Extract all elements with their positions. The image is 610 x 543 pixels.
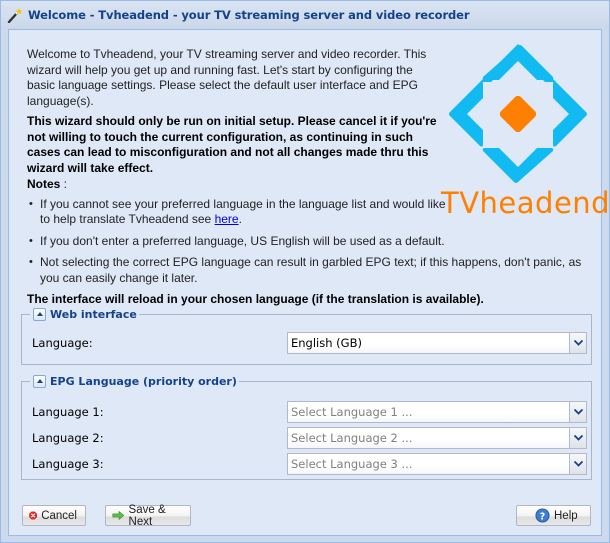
ui-language-select[interactable]: English (GB) <box>287 332 587 354</box>
epg-language-3-select[interactable]: Select Language 3 ... <box>287 453 587 475</box>
help-button[interactable]: ? Help <box>516 505 591 526</box>
setup-warning: This wizard should only be run on initia… <box>27 114 437 175</box>
wizard-body: Welcome to Tvheadend, your TV streaming … <box>8 29 610 536</box>
svg-text:?: ? <box>540 511 545 522</box>
note-item: If you don't enter a preferred language,… <box>29 234 587 250</box>
notes-section: Notes : If you cannot see your preferred… <box>27 177 587 308</box>
epg-language-row-2: Language 2: Select Language 2 ... <box>32 427 587 449</box>
tvheadend-logo-icon <box>449 44 587 183</box>
epg-language-title: EPG Language (priority order) <box>50 374 237 388</box>
epg-language-row-1: Language 1: Select Language 1 ... <box>32 401 587 423</box>
window-titlebar[interactable]: Welcome - Tvheadend - your TV streaming … <box>1 1 609 29</box>
epg-language-1-label: Language 1: <box>32 405 104 419</box>
epg-language-3-dropdown-button[interactable] <box>569 454 586 474</box>
ui-language-label: Language: <box>32 336 93 350</box>
intro-text: Welcome to Tvheadend, your TV streaming … <box>27 47 437 181</box>
epg-language-1-placeholder: Select Language 1 ... <box>291 405 413 419</box>
cancel-button[interactable]: Cancel <box>22 505 86 526</box>
notes-label: Notes : <box>27 177 68 191</box>
epg-language-2-placeholder: Select Language 2 ... <box>291 431 413 445</box>
chevron-down-icon <box>573 461 583 467</box>
note-item: If you cannot see your preferred languag… <box>29 197 450 228</box>
epg-language-legend: EPG Language (priority order) <box>30 373 239 389</box>
cancel-label: Cancel <box>41 509 77 522</box>
intro-paragraph: Welcome to Tvheadend, your TV streaming … <box>27 47 427 108</box>
chevron-down-icon <box>573 409 583 415</box>
epg-language-1-dropdown-button[interactable] <box>569 402 586 422</box>
epg-language-2-label: Language 2: <box>32 431 104 445</box>
epg-language-3-label: Language 3: <box>32 457 104 471</box>
window-title: Welcome - Tvheadend - your TV streaming … <box>28 8 470 22</box>
collapse-arrow-icon <box>36 312 43 316</box>
logo-diamond <box>499 95 537 133</box>
epg-language-fieldset: EPG Language (priority order) Language 1… <box>21 373 592 480</box>
note-item: Not selecting the correct EPG language c… <box>29 255 587 286</box>
help-question-icon: ? <box>535 508 550 523</box>
epg-language-2-dropdown-button[interactable] <box>569 428 586 448</box>
save-next-button[interactable]: Save & Next <box>105 503 191 528</box>
wizard-wand-icon <box>7 8 23 23</box>
arrow-right-icon <box>112 510 125 521</box>
save-next-label: Save & Next <box>128 503 166 528</box>
web-interface-legend: Web interface <box>30 306 139 322</box>
chevron-down-icon <box>573 340 583 346</box>
cancel-x-icon <box>29 511 37 520</box>
collapse-epg-language-button[interactable] <box>33 374 46 388</box>
collapse-web-interface-button[interactable] <box>33 307 46 321</box>
help-label: Help <box>554 509 578 522</box>
epg-language-2-select[interactable]: Select Language 2 ... <box>287 427 587 449</box>
epg-language-row-3: Language 3: Select Language 3 ... <box>32 453 587 475</box>
epg-language-3-placeholder: Select Language 3 ... <box>291 457 413 471</box>
epg-language-1-select[interactable]: Select Language 1 ... <box>287 401 587 423</box>
web-interface-title: Web interface <box>50 307 137 321</box>
ui-language-row: Language: English (GB) <box>32 332 587 354</box>
wizard-window: Welcome - Tvheadend - your TV streaming … <box>0 0 610 543</box>
translate-here-link[interactable]: here <box>215 212 239 226</box>
web-interface-fieldset: Web interface Language: English (GB) <box>21 306 592 365</box>
chevron-down-icon <box>573 435 583 441</box>
ui-language-value: English (GB) <box>291 336 362 350</box>
notes-list: If you cannot see your preferred languag… <box>27 197 587 287</box>
collapse-arrow-icon <box>36 379 43 383</box>
ui-language-dropdown-button[interactable] <box>569 333 586 353</box>
